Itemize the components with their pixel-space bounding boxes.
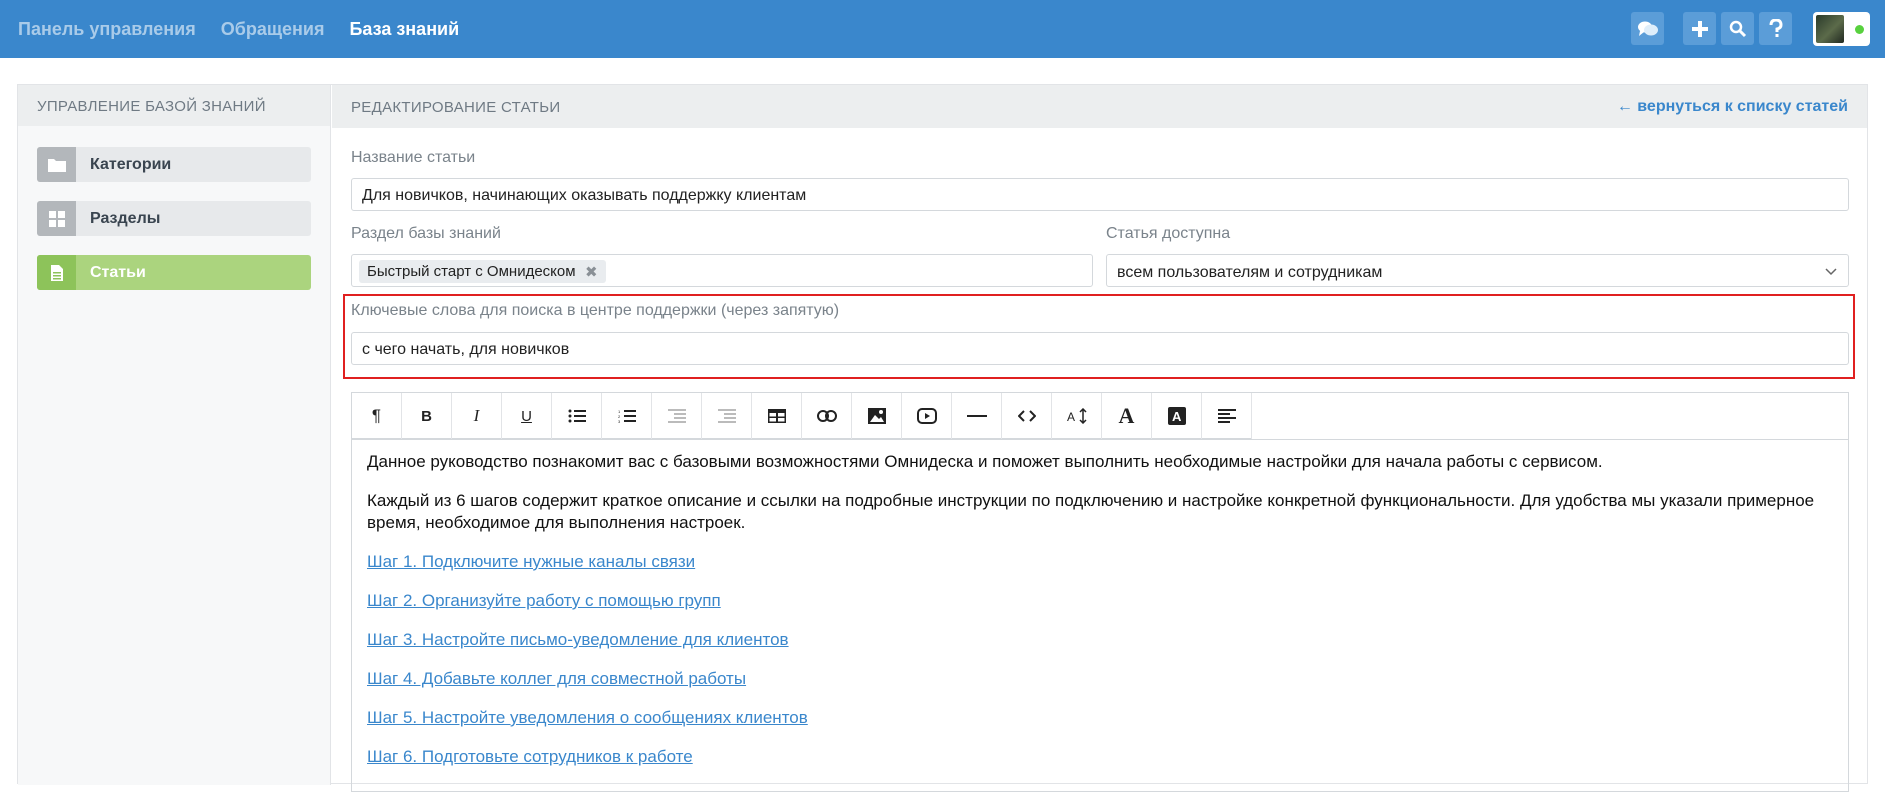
- main-header: РЕДАКТИРОВАНИЕ СТАТЬИ ← вернуться к спис…: [332, 85, 1867, 128]
- font-color-button[interactable]: A: [1102, 393, 1152, 439]
- font-size-button[interactable]: A: [1052, 393, 1102, 439]
- sidebar-item-categories[interactable]: Категории: [37, 147, 311, 182]
- main-nav: Панель управления Обращения База знаний: [18, 0, 484, 58]
- bold-icon: B: [421, 407, 432, 425]
- step-link-1[interactable]: Шаг 1. Подключите нужные каналы связи: [367, 551, 1827, 573]
- bold-button[interactable]: B: [402, 393, 452, 439]
- indent-icon: [717, 409, 736, 423]
- italic-button[interactable]: I: [452, 393, 502, 439]
- bullet-list-icon: [568, 409, 586, 423]
- paragraph-icon: ¶: [371, 406, 382, 425]
- image-icon: [867, 408, 886, 424]
- step-link-5[interactable]: Шаг 5. Настройте уведомления о сообщения…: [367, 707, 1827, 729]
- numbered-list-icon: 123: [618, 409, 636, 423]
- step-link-4[interactable]: Шаг 4. Добавьте коллег для совместной ра…: [367, 668, 1827, 690]
- outdent-button[interactable]: [652, 393, 702, 439]
- article-editor: ¶ B I U 123 A A A Данное руководство поз…: [351, 392, 1849, 792]
- online-status-icon: [1855, 25, 1864, 34]
- code-icon: [1017, 410, 1036, 422]
- folder-icon: [37, 147, 76, 182]
- sidebar-item-articles[interactable]: Статьи: [37, 255, 311, 290]
- help-button[interactable]: [1759, 12, 1792, 45]
- font-color-icon: A: [1118, 403, 1135, 428]
- content-paragraph: Каждый из 6 шагов содержит краткое описа…: [367, 491, 1815, 532]
- background-color-button[interactable]: A: [1152, 393, 1202, 439]
- svg-text:3: 3: [618, 419, 621, 423]
- link-icon: [816, 410, 837, 422]
- svg-text:A: A: [1067, 410, 1075, 424]
- table-icon: [767, 409, 786, 423]
- access-label: Статья доступна: [1106, 225, 1231, 242]
- add-button[interactable]: [1683, 12, 1716, 45]
- bullet-list-button[interactable]: [552, 393, 602, 439]
- sidebar: УПРАВЛЕНИЕ БАЗОЙ ЗНАНИЙ Категории Раздел…: [18, 85, 331, 785]
- search-icon: [1729, 20, 1746, 37]
- sidebar-item-label: Категории: [90, 156, 172, 173]
- numbered-list-button[interactable]: 123: [602, 393, 652, 439]
- document-icon: [37, 255, 76, 290]
- keywords-input[interactable]: с чего начать, для новичков: [351, 332, 1849, 365]
- paragraph-button[interactable]: ¶: [352, 393, 402, 439]
- sidebar-item-label: Разделы: [90, 210, 161, 227]
- nav-tickets[interactable]: Обращения: [221, 19, 325, 40]
- outdent-icon: [667, 409, 686, 423]
- nav-knowledge-base[interactable]: База знаний: [349, 19, 459, 40]
- editor-content[interactable]: Данное руководство познакомит вас с базо…: [367, 451, 1827, 785]
- nav-dashboard[interactable]: Панель управления: [18, 19, 196, 40]
- background-color-icon: A: [1167, 407, 1186, 425]
- horizontal-rule-icon: [966, 415, 987, 417]
- step-link-6[interactable]: Шаг 6. Подготовьте сотрудников к работе: [367, 746, 1827, 768]
- align-left-icon: [1217, 409, 1236, 423]
- underline-icon: U: [521, 407, 532, 425]
- help-icon: [1769, 18, 1783, 37]
- access-select[interactable]: всем пользователям и сотрудникам: [1106, 254, 1849, 287]
- section-select[interactable]: Быстрый старт с Омнидеском ✖: [351, 254, 1093, 287]
- sidebar-title: УПРАВЛЕНИЕ БАЗОЙ ЗНАНИЙ: [18, 85, 330, 126]
- sidebar-item-sections[interactable]: Разделы: [37, 201, 311, 236]
- remove-tag-icon[interactable]: ✖: [585, 263, 598, 281]
- article-name-input[interactable]: Для новичков, начинающих оказывать подде…: [351, 178, 1849, 211]
- sidebar-item-label: Статьи: [90, 264, 146, 281]
- underline-button[interactable]: U: [502, 393, 552, 439]
- svg-text:A: A: [1172, 409, 1182, 424]
- back-to-articles-link[interactable]: ← вернуться к списку статей: [1617, 98, 1848, 116]
- video-icon: [916, 408, 937, 424]
- horizontal-rule-button[interactable]: [952, 393, 1002, 439]
- step-link-3[interactable]: Шаг 3. Настройте письмо-уведомление для …: [367, 629, 1827, 651]
- editor-toolbar: ¶ B I U 123 A A A: [352, 393, 1252, 439]
- chevron-down-icon: [1825, 268, 1837, 276]
- table-button[interactable]: [752, 393, 802, 439]
- grid-icon: [37, 201, 76, 236]
- section-label: Раздел базы знаний: [351, 225, 501, 242]
- italic-icon: I: [473, 406, 480, 425]
- step-link-2[interactable]: Шаг 2. Организуйте работу с помощью груп…: [367, 590, 1827, 612]
- article-name-label: Название статьи: [351, 149, 476, 166]
- page-title: РЕДАКТИРОВАНИЕ СТАТЬИ: [351, 99, 561, 116]
- font-size-icon: A: [1067, 408, 1087, 424]
- content-paragraph: Данное руководство познакомит вас с базо…: [367, 452, 1603, 471]
- link-button[interactable]: [802, 393, 852, 439]
- chat-button[interactable]: [1631, 12, 1664, 45]
- image-button[interactable]: [852, 393, 902, 439]
- keywords-label: Ключевые слова для поиска в центре подде…: [351, 302, 840, 319]
- toolbar-divider: [352, 439, 1848, 440]
- avatar: [1816, 15, 1844, 43]
- plus-icon: [1691, 20, 1708, 37]
- top-navigation-bar: Панель управления Обращения База знаний: [0, 0, 1885, 58]
- section-tag: Быстрый старт с Омнидеском ✖: [359, 260, 606, 283]
- search-button[interactable]: [1721, 12, 1754, 45]
- user-menu[interactable]: [1813, 12, 1870, 46]
- video-button[interactable]: [902, 393, 952, 439]
- align-button[interactable]: [1202, 393, 1252, 439]
- access-select-value: всем пользователям и сотрудникам: [1117, 264, 1383, 281]
- chat-icon: [1637, 21, 1658, 36]
- section-tag-label: Быстрый старт с Омнидеском: [367, 263, 576, 280]
- code-button[interactable]: [1002, 393, 1052, 439]
- indent-button[interactable]: [702, 393, 752, 439]
